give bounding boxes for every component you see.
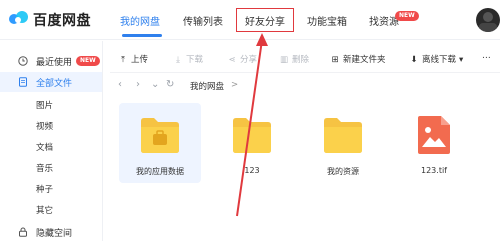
avatar[interactable] <box>476 8 500 32</box>
image-file-icon <box>418 116 450 154</box>
active-tab-indicator <box>122 34 162 37</box>
breadcrumb-separator: > <box>231 80 239 90</box>
sidebar-item-label: 隐藏空间 <box>36 229 73 239</box>
file-icon <box>19 77 27 87</box>
avatar-icon <box>479 12 497 32</box>
new-folder-icon: ⊞ <box>331 55 339 65</box>
tab-toolbox[interactable]: 功能宝箱 <box>307 13 347 28</box>
new-badge: NEW <box>395 11 419 21</box>
lock-icon <box>19 227 27 237</box>
upload-button[interactable]: ⤒ 上传 <box>118 53 148 65</box>
sidebar-item-label: 全部文件 <box>36 79 73 89</box>
top-bar: 百度网盘 我的网盘 传输列表 好友分享 功能宝箱 找资源 NEW <box>0 0 500 40</box>
download-icon: ⤓ <box>176 55 180 65</box>
sidebar-item-videos[interactable]: 视频 <box>36 120 53 132</box>
upload-label: 上传 <box>131 55 149 65</box>
sidebar-item-all-files[interactable]: 全部文件 <box>0 72 102 92</box>
chevron-down-icon[interactable]: ⌄ <box>151 79 159 90</box>
sidebar-item-others[interactable]: 其它 <box>36 204 53 216</box>
chevron-down-icon: ▾ <box>459 55 464 65</box>
upload-icon: ⤒ <box>121 55 125 65</box>
tab-transfer-list[interactable]: 传输列表 <box>183 13 223 28</box>
brand-name: 百度网盘 <box>33 13 91 29</box>
share-button[interactable]: ⋖ 分享 <box>227 53 257 65</box>
app-folder-icon <box>141 118 179 153</box>
offline-download-label: 离线下载 <box>422 55 457 65</box>
tab-my-netdisk[interactable]: 我的网盘 <box>120 13 160 28</box>
sidebar-item-hidden-space[interactable]: 隐藏空间 <box>0 222 102 241</box>
folder-icon <box>233 118 271 153</box>
file-name: 123 <box>244 166 260 175</box>
trash-icon: ▥ <box>279 55 289 65</box>
delete-label: 删除 <box>292 55 310 65</box>
folder-icon <box>324 118 362 153</box>
sidebar-item-documents[interactable]: 文档 <box>36 141 53 153</box>
sidebar-item-images[interactable]: 图片 <box>36 99 53 111</box>
new-folder-label: 新建文件夹 <box>343 55 386 65</box>
back-icon[interactable]: ‹ <box>118 79 122 90</box>
file-item[interactable]: 我的应用数据 <box>119 103 201 183</box>
download-label: 下载 <box>186 55 204 65</box>
sidebar-item-music[interactable]: 音乐 <box>36 162 53 174</box>
baidu-netdisk-logo-icon <box>9 11 28 24</box>
tab-friend-share[interactable]: 好友分享 <box>245 13 285 28</box>
sidebar-item-torrents[interactable]: 种子 <box>36 183 53 195</box>
sidebar-item-recent[interactable]: 最近使用 NEW <box>0 51 102 71</box>
offline-download-icon: ⬇ <box>410 55 418 65</box>
file-name: 我的资源 <box>327 167 359 176</box>
new-folder-button[interactable]: ⊞ 新建文件夹 <box>330 53 386 65</box>
toolbar-divider <box>110 72 500 73</box>
breadcrumb[interactable]: 我的网盘 <box>190 80 224 92</box>
clock-icon <box>18 56 28 66</box>
refresh-icon[interactable]: ↻ <box>166 79 174 90</box>
share-icon: ⋖ <box>228 55 236 65</box>
download-button[interactable]: ⤓ 下载 <box>173 53 203 65</box>
file-name: 我的应用数据 <box>136 167 184 176</box>
forward-icon[interactable]: › <box>136 79 140 90</box>
sidebar: 最近使用 NEW 全部文件 图片 视频 文档 音乐 种子 其它 隐藏空间 <box>0 41 103 241</box>
file-item[interactable]: 123.tif <box>393 103 475 183</box>
more-icon: ⋯ <box>482 53 491 63</box>
more-button[interactable]: ⋯ <box>482 53 491 63</box>
file-item[interactable]: 我的资源 <box>302 103 384 183</box>
offline-download-button[interactable]: ⬇ 离线下载 ▾ <box>409 53 463 65</box>
new-badge: NEW <box>76 56 100 66</box>
share-label: 分享 <box>240 55 258 65</box>
sidebar-item-label: 最近使用 <box>36 58 73 68</box>
delete-button[interactable]: ▥ 删除 <box>279 53 309 65</box>
file-name: 123.tif <box>421 166 447 175</box>
file-item[interactable]: 123 <box>211 103 293 183</box>
